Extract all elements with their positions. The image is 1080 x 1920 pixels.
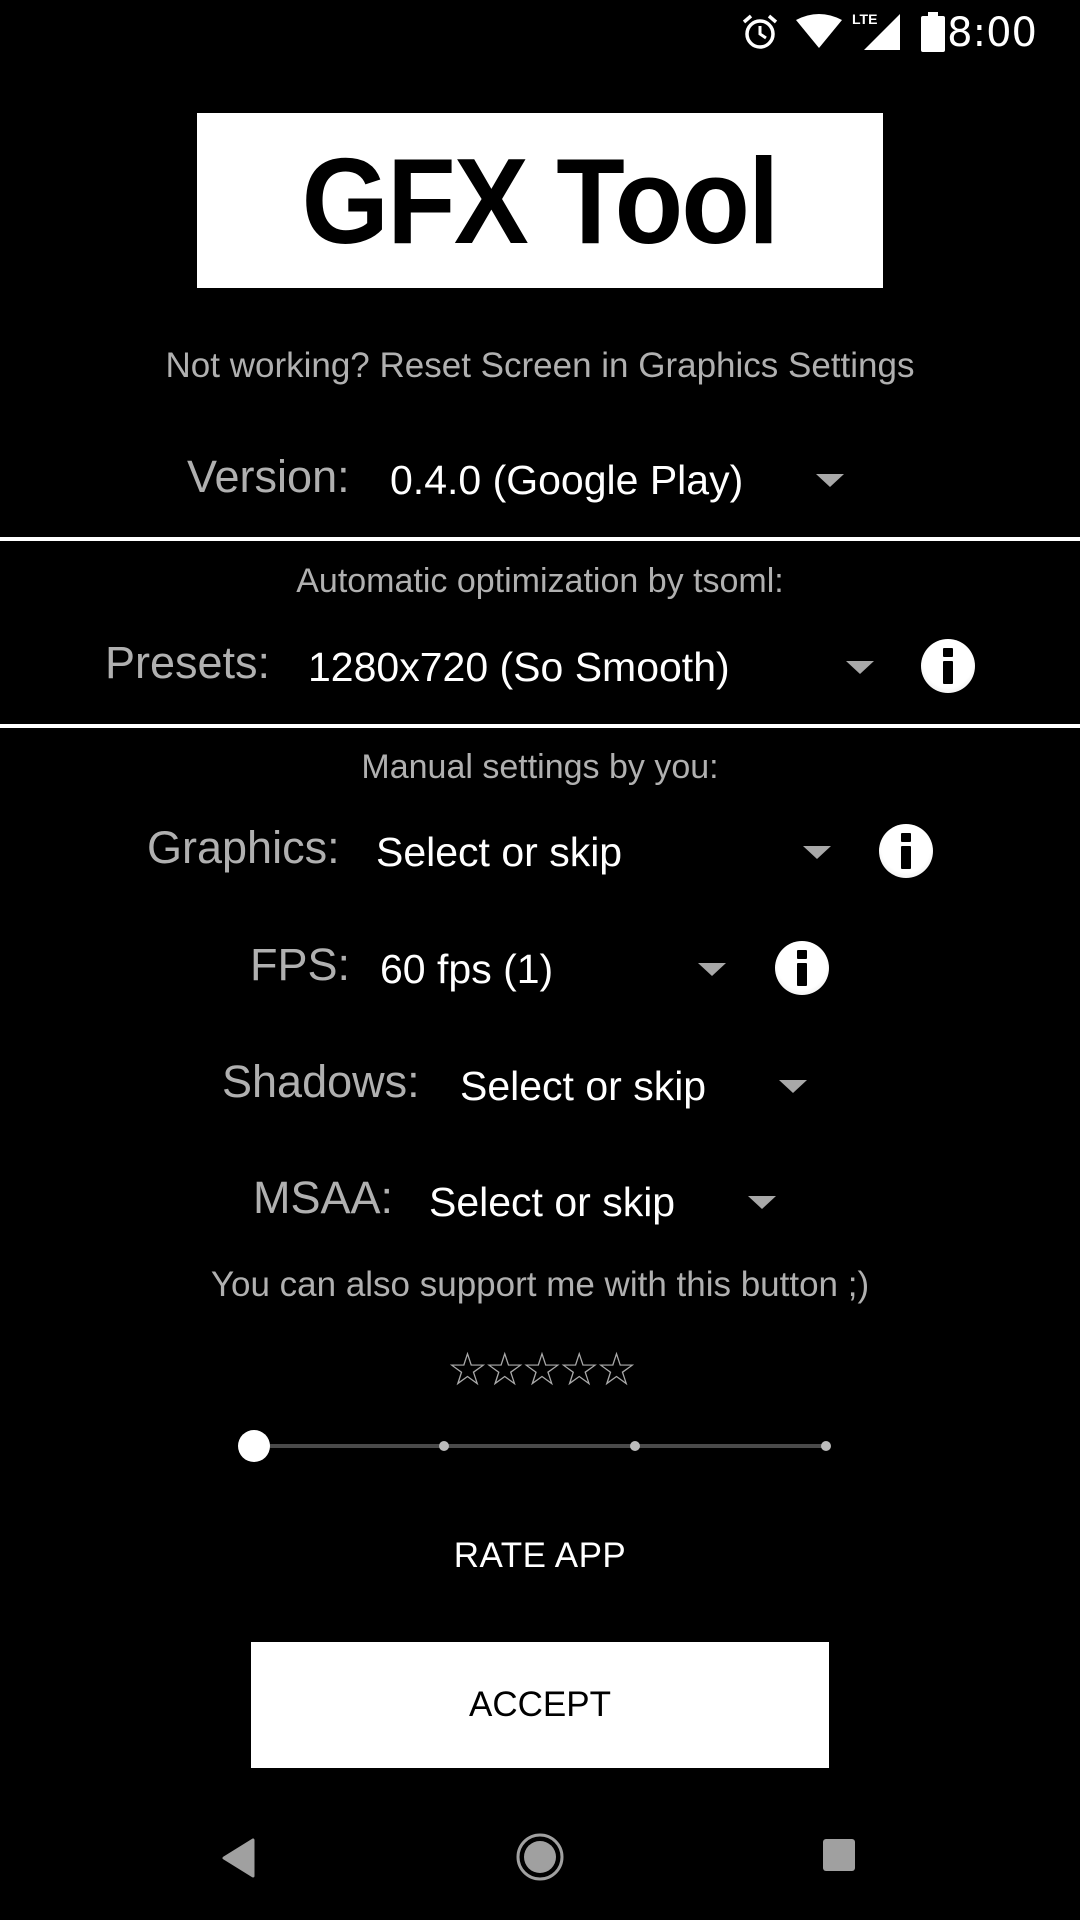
accept-button[interactable]: ACCEPT (251, 1642, 829, 1768)
fps-value: 60 fps (1) (380, 946, 554, 992)
graphics-dropdown[interactable]: Select or skip (368, 819, 838, 885)
presets-value: 1280x720 (So Smooth) (308, 644, 730, 690)
battery-icon (921, 12, 945, 57)
msaa-label: MSAA: (253, 1172, 394, 1223)
slider-tick (821, 1441, 831, 1451)
chevron-down-icon (779, 1080, 807, 1093)
fps-info-button[interactable] (775, 941, 829, 995)
fps-dropdown[interactable]: 60 fps (1) (372, 936, 742, 1002)
app-title: GFX Tool (302, 132, 780, 269)
support-text: You can also support me with this button… (210, 1265, 870, 1304)
reset-hint: Not working? Reset Screen in Graphics Se… (165, 346, 915, 385)
home-icon[interactable] (515, 1832, 565, 1887)
lte-signal-icon: LTE (852, 10, 902, 57)
shadows-value: Select or skip (460, 1063, 707, 1109)
slider-thumb[interactable] (238, 1430, 270, 1462)
chevron-down-icon (816, 474, 844, 487)
info-icon (797, 950, 807, 986)
rating-stars[interactable]: ☆☆☆☆☆ (0, 1342, 1080, 1396)
presets-info-button[interactable] (921, 639, 975, 693)
navigation-bar (0, 1790, 1080, 1920)
presets-dropdown[interactable]: 1280x720 (So Smooth) (300, 634, 880, 700)
alarm-icon (740, 12, 780, 57)
divider (0, 537, 1080, 541)
svg-text:LTE: LTE (852, 11, 877, 27)
graphics-info-button[interactable] (879, 824, 933, 878)
fps-label: FPS: (250, 939, 351, 990)
msaa-value: Select or skip (429, 1179, 676, 1225)
chevron-down-icon (803, 846, 831, 859)
rate-app-button[interactable]: RATE APP (340, 1522, 740, 1590)
status-time: 8:00 (947, 10, 1037, 56)
auto-section-caption: Automatic optimization by tsoml: (296, 562, 784, 600)
info-icon (943, 648, 953, 684)
app-logo: GFX Tool (197, 113, 883, 288)
chevron-down-icon (846, 661, 874, 674)
chevron-down-icon (698, 963, 726, 976)
msaa-dropdown[interactable]: Select or skip (421, 1169, 791, 1235)
slider-track[interactable] (254, 1444, 826, 1448)
slider-tick (439, 1441, 449, 1451)
presets-label: Presets: (105, 637, 271, 688)
recents-icon[interactable] (822, 1838, 856, 1877)
manual-section-caption: Manual settings by you: (361, 748, 719, 786)
divider (0, 724, 1080, 728)
info-icon (901, 833, 911, 869)
back-icon[interactable] (222, 1838, 256, 1883)
graphics-value: Select or skip (376, 829, 623, 875)
status-bar: LTE 8:00 (0, 0, 1080, 64)
slider-tick (630, 1441, 640, 1451)
chevron-down-icon (748, 1196, 776, 1209)
version-value: 0.4.0 (Google Play) (390, 457, 744, 503)
graphics-label: Graphics: (147, 822, 340, 873)
version-label: Version: (187, 451, 350, 502)
shadows-label: Shadows: (222, 1056, 420, 1107)
shadows-dropdown[interactable]: Select or skip (452, 1053, 822, 1119)
version-dropdown[interactable]: 0.4.0 (Google Play) (380, 448, 860, 514)
wifi-icon (796, 14, 842, 55)
